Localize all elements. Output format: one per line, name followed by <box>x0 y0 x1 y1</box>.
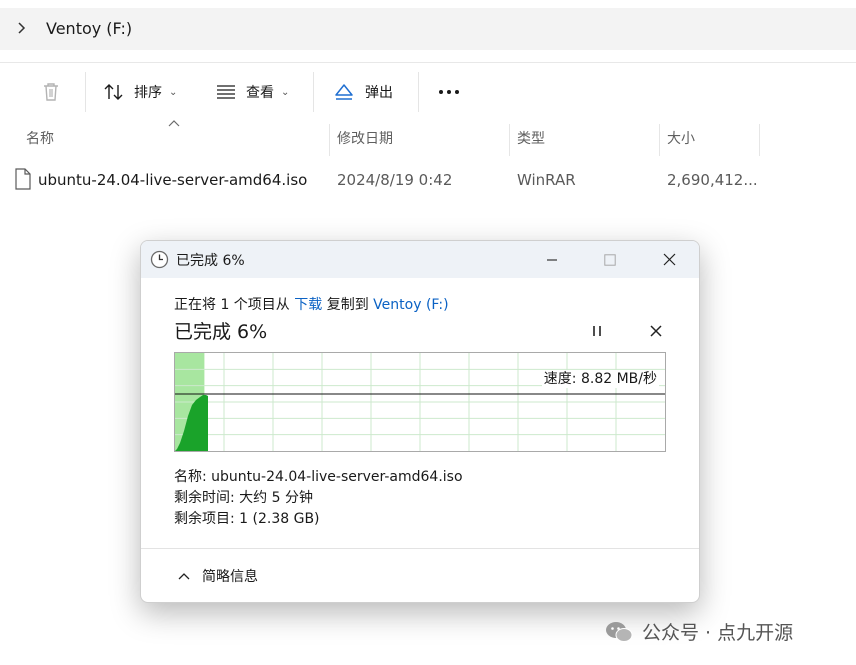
chevron-down-icon: ⌄ <box>281 86 290 98</box>
watermark: 公众号 · 点九开源 <box>604 618 793 645</box>
sort-button[interactable]: 排序 ⌄ <box>103 63 177 121</box>
dialog-title: 已完成 6% <box>176 253 245 269</box>
time-remaining: 剩余时间: 大约 5 分钟 <box>174 490 313 506</box>
minimize-icon <box>547 258 557 261</box>
address-path[interactable]: Ventoy (F:) <box>46 19 132 38</box>
chevron-up-icon <box>178 573 190 580</box>
watermark-text: 公众号 · 点九开源 <box>642 622 794 644</box>
chevron-down-icon: ⌄ <box>169 86 178 98</box>
view-list-icon <box>217 85 235 99</box>
close-icon <box>650 325 662 337</box>
file-size: 2,690,412... <box>667 171 758 189</box>
more-icon <box>439 90 459 94</box>
close-icon <box>663 253 675 266</box>
toolbar-divider <box>313 72 314 112</box>
toolbar-divider <box>418 72 419 112</box>
cancel-copy-button[interactable] <box>649 323 663 342</box>
command-toolbar: 排序 ⌄ 查看 ⌄ 弹出 <box>0 62 856 121</box>
pause-icon <box>593 326 601 336</box>
column-divider[interactable] <box>329 124 330 156</box>
maximize-icon <box>604 253 616 266</box>
sort-ascending-icon <box>168 120 180 127</box>
column-header-type[interactable]: 类型 <box>517 124 545 154</box>
graph-grid <box>175 353 665 451</box>
dialog-divider <box>141 548 699 549</box>
copy-progress-dialog: 已完成 6% 正在将 1 个项目从 下载 复制到 Ventoy (F:) 已完成… <box>140 240 700 603</box>
wechat-icon <box>606 621 633 642</box>
column-header-date[interactable]: 修改日期 <box>337 124 393 154</box>
column-header-size[interactable]: 大小 <box>667 124 695 154</box>
eject-button[interactable]: 弹出 <box>333 63 393 121</box>
details-toggle-label: 简略信息 <box>202 569 258 585</box>
maximize-button[interactable] <box>587 241 633 278</box>
view-button[interactable]: 查看 ⌄ <box>215 63 289 121</box>
pause-button[interactable] <box>590 323 604 342</box>
eject-label: 弹出 <box>365 85 393 101</box>
speed-graph-canvas <box>175 353 665 451</box>
view-label: 查看 <box>246 85 274 101</box>
column-divider[interactable] <box>759 124 760 156</box>
less-details-toggle[interactable]: 简略信息 <box>177 566 258 586</box>
column-divider[interactable] <box>509 124 510 156</box>
column-divider[interactable] <box>659 124 660 156</box>
items-remaining: 剩余项目: 1 (2.38 GB) <box>174 511 320 527</box>
file-date: 2024/8/19 0:42 <box>337 171 453 189</box>
minimize-button[interactable] <box>529 241 575 278</box>
delete-button[interactable] <box>40 63 62 121</box>
sort-icon <box>104 84 123 100</box>
chevron-right-icon[interactable] <box>14 18 28 38</box>
address-bar[interactable]: Ventoy (F:) <box>0 8 856 50</box>
close-window-button[interactable] <box>646 241 692 278</box>
trash-icon <box>44 83 58 101</box>
file-icon <box>15 168 31 190</box>
copy-prefix: 正在将 1 个项目从 <box>174 297 295 313</box>
copy-mid: 复制到 <box>322 297 374 313</box>
toolbar-divider <box>85 72 86 112</box>
clock-icon <box>150 250 169 269</box>
speed-label: 速度: 8.82 MB/秒 <box>541 370 659 388</box>
file-type: WinRAR <box>517 171 576 189</box>
file-name[interactable]: ubuntu-24.04-live-server-amd64.iso <box>38 170 307 190</box>
sort-label: 排序 <box>134 85 162 101</box>
dialog-titlebar[interactable]: 已完成 6% <box>141 241 699 278</box>
eject-icon <box>335 84 353 100</box>
destination-link[interactable]: Ventoy (F:) <box>373 297 448 313</box>
item-name: 名称: ubuntu-24.04-live-server-amd64.iso <box>174 469 463 485</box>
speed-graph: 速度: 8.82 MB/秒 <box>174 352 666 452</box>
more-options-button[interactable] <box>438 63 460 121</box>
progress-heading: 已完成 6% <box>174 321 268 343</box>
copy-description: 正在将 1 个项目从 下载 复制到 Ventoy (F:) <box>174 294 449 314</box>
source-link[interactable]: 下载 <box>294 297 322 313</box>
column-header-name[interactable]: 名称 <box>26 124 54 154</box>
